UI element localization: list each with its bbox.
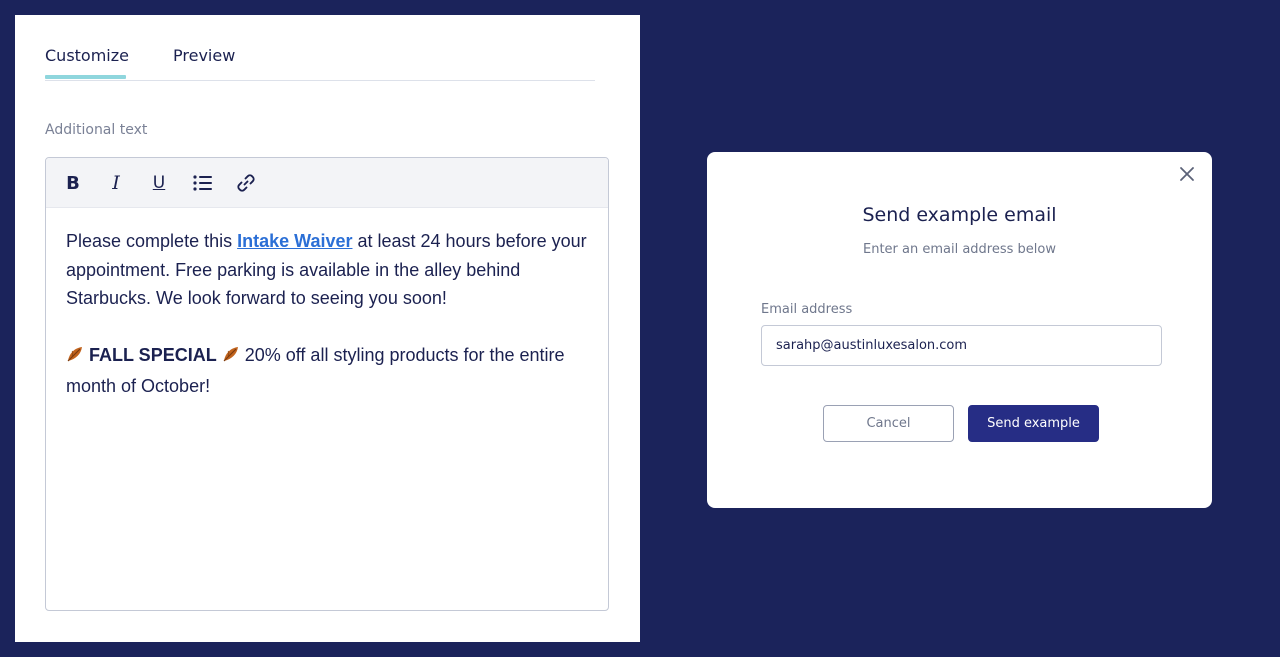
rich-text-editor[interactable]: B I U Please complete this Intake Waiver… <box>45 157 609 611</box>
email-address-label: Email address <box>761 302 853 317</box>
send-example-modal: Send example email Enter an email addres… <box>707 152 1212 508</box>
editor-toolbar: B I U <box>46 158 608 208</box>
modal-title: Send example email <box>862 204 1057 226</box>
fall-special-paragraph: FALL SPECIAL 20% off all styling product… <box>66 341 588 400</box>
link-icon <box>236 173 256 193</box>
bold-icon: B <box>66 172 80 194</box>
tab-customize[interactable]: Customize <box>45 46 129 65</box>
active-tab-indicator <box>45 75 126 79</box>
tab-bar: Customize Preview <box>45 15 595 81</box>
editor-content[interactable]: Please complete this Intake Waiver at le… <box>46 208 608 400</box>
bold-button[interactable]: B <box>60 170 86 196</box>
close-icon <box>1179 166 1195 187</box>
fallen-leaf-icon <box>66 343 84 372</box>
underline-icon: U <box>152 173 166 193</box>
additional-text-label: Additional text <box>45 122 148 138</box>
italic-button[interactable]: I <box>103 170 129 196</box>
email-address-input[interactable] <box>761 325 1162 366</box>
paragraph-text: Please complete this <box>66 231 238 251</box>
message-paragraph: Please complete this Intake Waiver at le… <box>66 227 588 313</box>
bulleted-list-button[interactable] <box>190 170 216 196</box>
customize-panel: Customize Preview Additional text B I U <box>15 15 640 642</box>
fall-special-heading: FALL SPECIAL <box>89 345 217 365</box>
cancel-button[interactable]: Cancel <box>823 405 954 442</box>
intake-waiver-link[interactable]: Intake Waiver <box>237 231 352 251</box>
underline-button[interactable]: U <box>146 170 172 196</box>
insert-link-button[interactable] <box>233 170 259 196</box>
modal-subtitle: Enter an email address below <box>862 242 1056 257</box>
close-button[interactable] <box>1176 165 1198 187</box>
bulleted-list-icon <box>193 175 213 191</box>
fallen-leaf-icon <box>222 343 240 372</box>
send-example-button[interactable]: Send example <box>968 405 1099 442</box>
tab-preview[interactable]: Preview <box>173 46 235 65</box>
italic-icon: I <box>112 172 120 194</box>
